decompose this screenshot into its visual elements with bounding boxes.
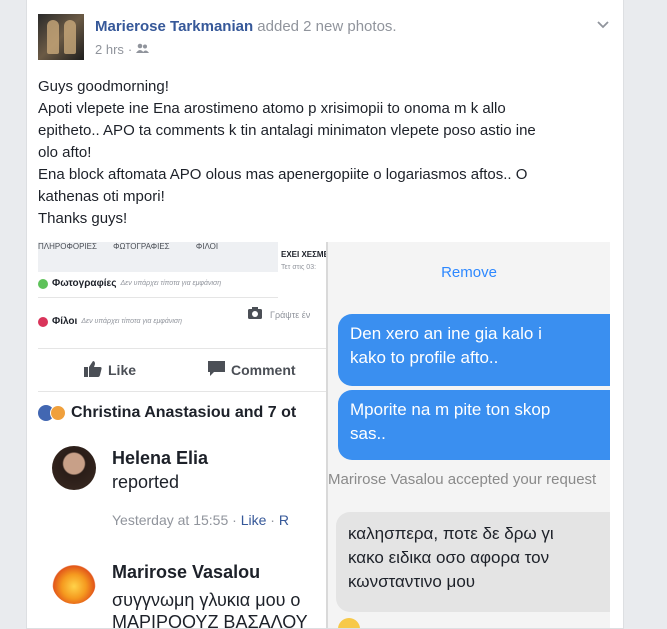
remove-button[interactable]: Remove	[328, 264, 610, 281]
photos-row: Φωτογραφίες Δεν υπάρχει τίποτα για εμφάν…	[38, 278, 221, 289]
comment-text-line2: ΜΑΡΙΡΟΟΥΖ ΒΑΣΑΛΟΥ	[112, 612, 308, 629]
comment-button[interactable]: Comment	[208, 361, 296, 379]
thumbs-up-icon	[84, 360, 102, 380]
emoji-icon	[338, 618, 360, 628]
commenter-name[interactable]: Marirose Vasalou	[112, 562, 260, 583]
camera-icon	[248, 306, 262, 324]
post-line: Thanks guys!	[38, 210, 128, 227]
write-post-placeholder: Γράψτε έν	[270, 310, 311, 320]
comment-time: Yesterday at 15:55	[112, 512, 229, 528]
comment-marirose: Marirose Vasalou συγγνωμη γλυκια μου ο Μ…	[52, 560, 328, 629]
message-bubble-sent: Den xero an ine gia kalo i kako to profi…	[338, 314, 610, 386]
comment-helena: Helena Elia reported Yesterday at 15:55 …	[52, 446, 328, 546]
post-body-text: Guys goodmorning! Apoti vlepete ine Ena …	[38, 76, 613, 230]
post-meta: 2 hrs ·	[95, 42, 150, 57]
commenter-name[interactable]: Helena Elia	[112, 448, 208, 469]
tab-friends: ΦΙΛΟΙ	[195, 242, 219, 251]
side-post-title: ΕΧΕΙ ΧΕΣΜΕ	[281, 250, 328, 259]
friends-icon	[38, 316, 48, 327]
tab-photos: ΦΩΤΟΓΡΑΦΙΕΣ	[113, 242, 170, 251]
post-line: olo afto!	[38, 144, 92, 161]
commenter-avatar[interactable]	[52, 446, 96, 490]
comment-text: συγγνωμη γλυκια μου ο	[112, 590, 301, 610]
message-bubble-sent: Mporite na m pite ton skop sas..	[338, 390, 610, 460]
post-photo-collage[interactable]: ΠΛΗΡΟΦΟΡΙΕΣ ΦΩΤΟΓΡΑΦΙΕΣ ΦΙΛΟΙ ΕΧΕΙ ΧΕΣΜΕ…	[38, 242, 610, 629]
side-post-time: Τετ στις 03:	[281, 264, 317, 271]
tab-info: ΠΛΗΡΟΦΟΡΙΕΣ	[38, 242, 97, 251]
comment-like-link[interactable]: Like	[241, 512, 267, 528]
photo-left-facebook-screenshot[interactable]: ΠΛΗΡΟΦΟΡΙΕΣ ΦΩΤΟΓΡΑΦΙΕΣ ΦΙΛΟΙ ΕΧΕΙ ΧΕΣΜΕ…	[38, 242, 328, 629]
comment-text: reported	[112, 472, 180, 492]
photo-right-messenger-screenshot[interactable]: Remove Den xero an ine gia kalo i kako t…	[328, 242, 610, 628]
comment-icon	[208, 361, 225, 379]
like-button[interactable]: Like	[84, 360, 136, 380]
post-action-text: added 2 new photos.	[257, 18, 397, 35]
post-header: Marierose Tarkmanian added 2 new photos.	[95, 18, 397, 35]
comment-reply-link[interactable]: R	[279, 512, 289, 528]
post-time[interactable]: 2 hrs	[95, 42, 124, 57]
audience-friends-icon[interactable]	[136, 42, 150, 57]
friends-row: Φίλοι Δεν υπάρχει τίποτα για εμφάνιση	[38, 316, 182, 327]
photos-icon	[38, 278, 48, 289]
author-name-link[interactable]: Marierose Tarkmanian	[95, 18, 253, 35]
post-line: Guys goodmorning!	[38, 78, 169, 95]
feed-post-card: Marierose Tarkmanian added 2 new photos.…	[26, 0, 624, 629]
request-accepted-notice: Marirose Vasalou accepted your request	[328, 471, 597, 488]
message-bubble-received: καλησπερα, ποτε δε δρω γι κακο ειδικα οσ…	[336, 512, 610, 612]
post-line: kathenas oti mpori!	[38, 188, 165, 205]
post-actions-bar: Like Comment	[38, 348, 328, 392]
post-line: epitheto.. APO ta comments k tin antalag…	[38, 122, 536, 139]
author-avatar[interactable]	[38, 14, 84, 60]
fire-avatar-icon[interactable]	[52, 560, 96, 604]
post-line: Ena block aftomata APO olous mas apenerg…	[38, 166, 528, 183]
reactions-summary[interactable]: Christina Anastasiou and 7 ot	[38, 404, 296, 422]
angry-reaction-icon	[50, 405, 66, 421]
post-line: Apoti vlepete ine Ena arostimeno atomo p…	[38, 100, 506, 117]
chevron-down-icon[interactable]	[597, 16, 609, 32]
